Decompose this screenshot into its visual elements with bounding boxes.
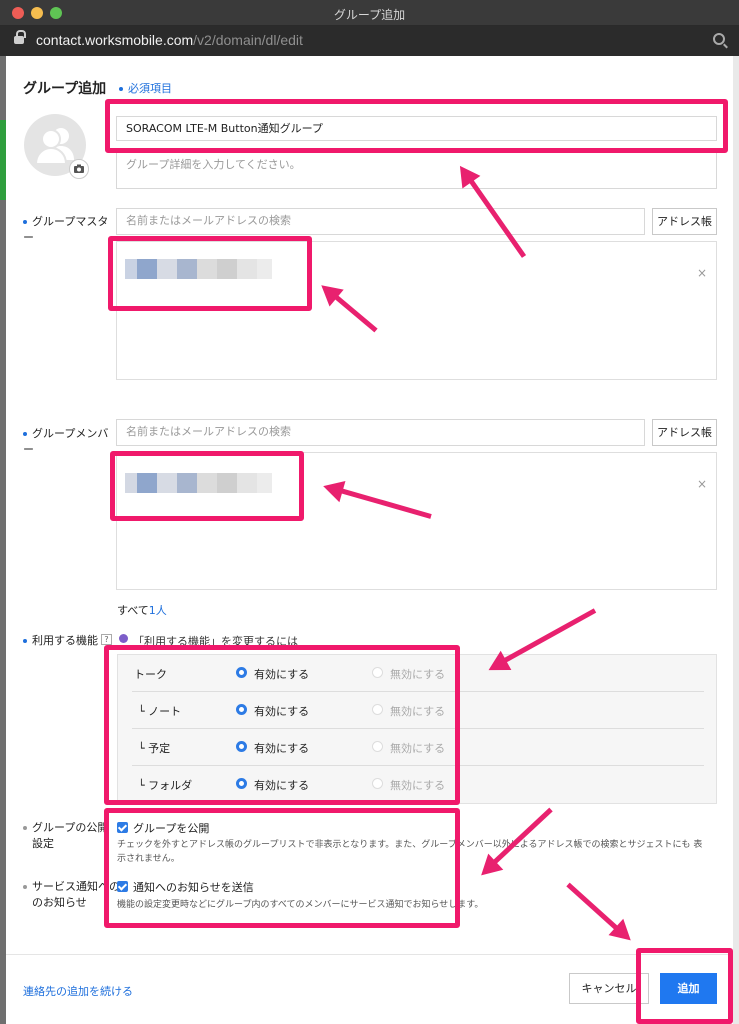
highlight-group-name bbox=[105, 99, 728, 153]
group-master-label: グループマスター bbox=[23, 215, 109, 244]
url-text[interactable]: contact.worksmobile.com/v2/domain/dl/edi… bbox=[36, 32, 303, 48]
camera-icon bbox=[74, 164, 84, 173]
highlight-settings bbox=[104, 808, 460, 928]
required-note: 必須項目 bbox=[119, 80, 172, 96]
group-add-dialog: グループ追加 必須項目 SORACOM LTE-M Button通知グループ グ… bbox=[6, 56, 733, 1024]
help-icon[interactable]: ? bbox=[101, 634, 112, 645]
url-host: contact.worksmobile.com bbox=[36, 32, 194, 48]
features-label: 利用する機能 bbox=[23, 633, 98, 649]
member-search-input[interactable]: 名前またはメールアドレスの検索 bbox=[116, 419, 645, 446]
address-bar[interactable]: contact.worksmobile.com/v2/domain/dl/edi… bbox=[0, 26, 739, 56]
member-address-book-button[interactable]: アドレス帳 bbox=[652, 419, 717, 446]
highlight-features bbox=[104, 645, 460, 805]
camera-button[interactable] bbox=[69, 159, 89, 179]
zoom-icon[interactable] bbox=[713, 33, 725, 45]
highlight-add-button bbox=[636, 948, 733, 1024]
master-address-book-button[interactable]: アドレス帳 bbox=[652, 208, 717, 235]
highlight-member bbox=[110, 451, 304, 521]
lock-icon bbox=[14, 30, 26, 44]
dialog-footer: 連絡先の追加を続ける キャンセル 追加 bbox=[6, 954, 733, 1024]
info-icon bbox=[119, 634, 128, 643]
window-title: グループ追加 bbox=[333, 8, 406, 22]
remove-member-icon[interactable]: × bbox=[697, 477, 707, 491]
dialog-title: グループ追加 bbox=[23, 81, 107, 97]
member-total: すべて1人 bbox=[117, 604, 167, 617]
group-avatar[interactable] bbox=[24, 114, 89, 179]
master-search-input[interactable]: 名前またはメールアドレスの検索 bbox=[116, 208, 645, 235]
highlight-master bbox=[108, 236, 312, 311]
group-description-input[interactable]: グループ詳細を入力してください。 bbox=[116, 152, 717, 189]
public-setting-label: グループの公開 設定 bbox=[23, 820, 108, 852]
continue-adding-link[interactable]: 連絡先の追加を続ける bbox=[23, 983, 133, 999]
window-titlebar: グループ追加 bbox=[0, 0, 739, 26]
url-path: /v2/domain/dl/edit bbox=[193, 32, 303, 48]
remove-master-icon[interactable]: × bbox=[697, 266, 707, 280]
group-member-label: グループメンバー bbox=[23, 427, 109, 456]
